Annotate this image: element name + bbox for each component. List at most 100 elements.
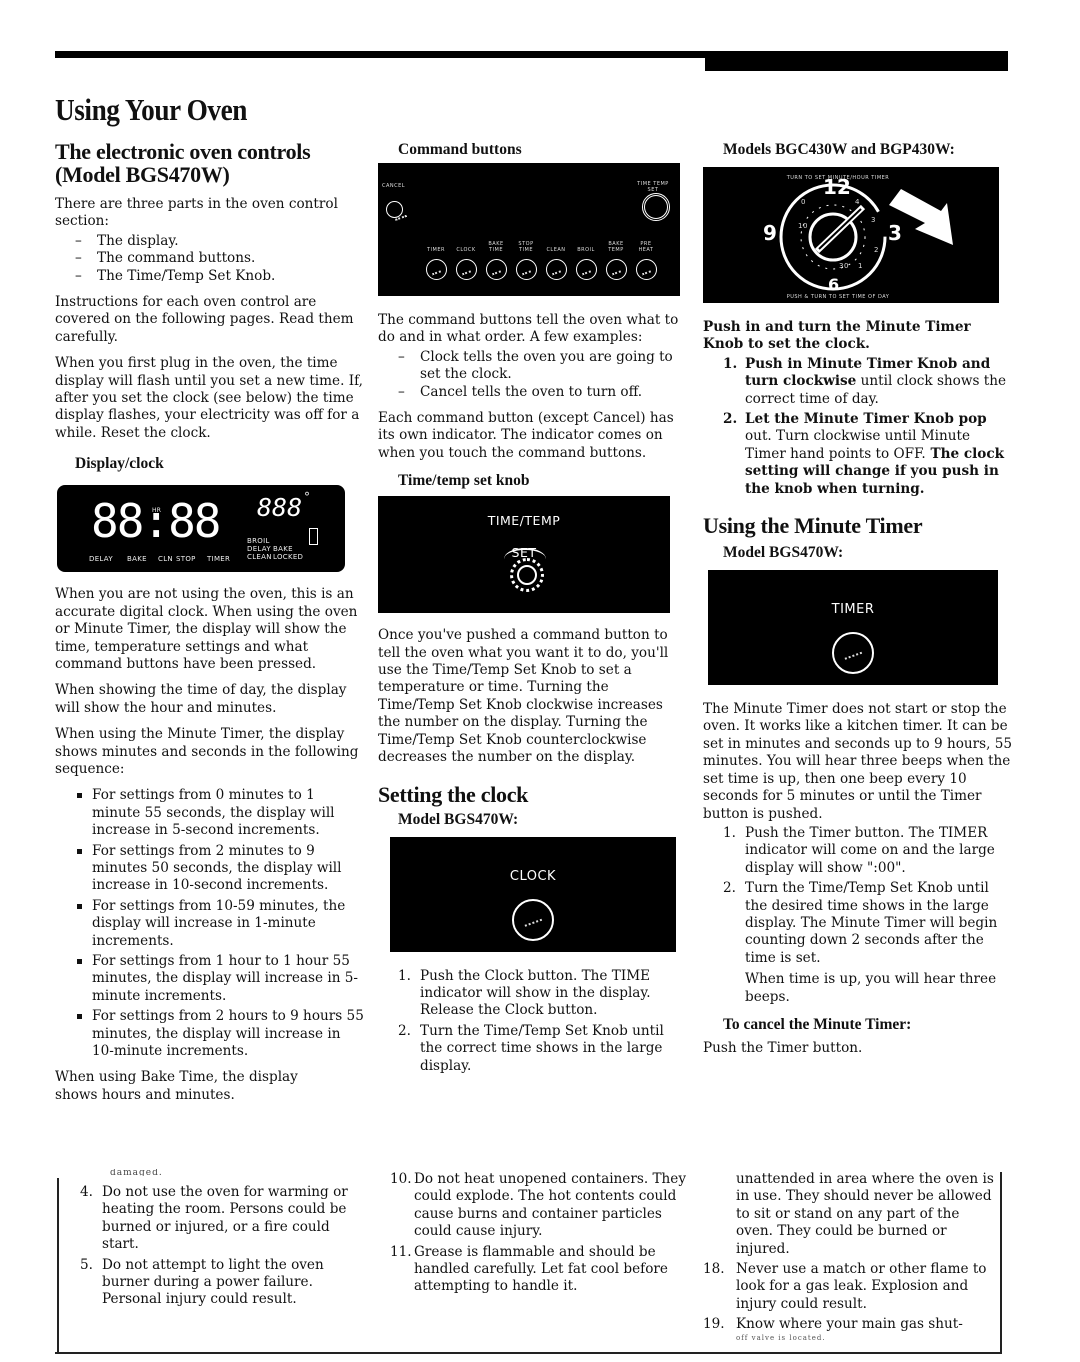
lcd-main-digits: 88:88: [91, 494, 221, 549]
button-icon: [515, 259, 537, 280]
list-item: The display.: [55, 233, 365, 251]
list-item: Cancel tells the oven to turn off.: [378, 384, 688, 402]
time-temp-knob[interactable]: [510, 558, 544, 593]
item-number: 4.: [80, 1184, 93, 1200]
cut-off-bottom-text: off valve is located.: [736, 1333, 826, 1340]
button-icon: [455, 259, 477, 280]
list-item: 4. Do not use the oven for warming or hea…: [60, 1184, 370, 1254]
parts-list: The display. The command buttons. The Ti…: [55, 233, 365, 286]
clean-button[interactable]: CLEAN: [542, 239, 570, 280]
dial-min-10: 10: [798, 222, 808, 230]
safety-list-left: 4. Do not use the oven for warming or hea…: [60, 1184, 370, 1318]
item-number: 5.: [80, 1256, 93, 1273]
timer-model-heading: Model BGS470W:: [723, 544, 844, 562]
cut-off-fragment: damaged.: [110, 1169, 163, 1176]
stop-time-button[interactable]: STOP TIME: [512, 239, 540, 280]
lcd-label-bake: BAKE: [127, 555, 147, 564]
clock-button[interactable]: CLOCK: [452, 239, 480, 280]
timer-description: The Minute Timer does not start or stop …: [703, 701, 1013, 822]
dial-hour-6: 6: [828, 275, 840, 294]
item-text: Do not heat unopened containers. They co…: [414, 1171, 687, 1240]
lcd-labels-bake-locked: BAKE LOCKED: [273, 545, 303, 561]
lcd-temp-digits: 888: [257, 493, 303, 523]
item-text: Do not use the oven for warming or heati…: [102, 1184, 348, 1253]
step-number: 1.: [723, 355, 738, 372]
time-temp-knob-panel: TIME/TEMP SET: [378, 496, 670, 614]
step-text: Turn the Time/Temp Set Knob until the co…: [420, 1022, 664, 1074]
timer-button[interactable]: [832, 632, 874, 675]
lcd-label-broil: BROIL: [247, 537, 270, 546]
cancel-button[interactable]: [386, 201, 403, 218]
safety-items: 10. Do not heat unopened containers. They…: [378, 1171, 688, 1296]
item-text: Grease is flammable and should be handle…: [414, 1243, 668, 1295]
preheat-button[interactable]: PRE HEAT: [632, 239, 660, 280]
button-icon: [425, 259, 447, 280]
time-temp-set-knob[interactable]: [642, 193, 670, 221]
section-heading-electronic-controls: The electronic oven controls (Model BGS4…: [55, 139, 311, 187]
cancel-timer-heading: To cancel the Minute Timer:: [723, 1015, 912, 1033]
command-buttons-heading: Command buttons: [398, 141, 522, 158]
list-item: 2. Let the Minute Timer Knob pop out. Tur…: [703, 411, 1013, 498]
timer-button-panel: TIMER: [708, 570, 998, 686]
footer-rule: [55, 1352, 1002, 1354]
lcd-label-stop: STOP: [176, 555, 196, 564]
list-item: 1. Push the Clock button. The TIME indica…: [378, 968, 688, 1020]
dial-steps: 1. Push in Minute Timer Knob and turn clo…: [703, 356, 1013, 498]
push-turn-instruction: Push in and turn the Minute Timer Knob t…: [703, 319, 971, 353]
safety-items: 4. Do not use the oven for warming or hea…: [60, 1184, 370, 1309]
clock-model-heading: Model BGS470W:: [398, 810, 519, 828]
bake-temp-button[interactable]: BAKE TEMP: [602, 239, 630, 280]
list-item: The Time/Temp Set Knob.: [55, 268, 365, 286]
step-number: 2.: [723, 411, 738, 428]
list-item: For settings from 2 hours to 9 hours 55 …: [55, 1008, 365, 1060]
time-temp-set-label: TIME TEMP SET: [637, 181, 669, 193]
dial-svg: [779, 183, 953, 291]
list-item: 1. Push in Minute Timer Knob and turn clo…: [703, 356, 1013, 408]
list-item: 19. Know where your main gas shut-: [703, 1316, 998, 1333]
safety-box-left-rule: [57, 1178, 59, 1354]
bake-time-button[interactable]: BAKE TIME: [482, 239, 510, 280]
step-number: 1.: [398, 967, 411, 984]
dial-min-1: 1: [858, 262, 863, 270]
list-item: For settings from 0 minutes to 1 minute …: [55, 787, 365, 839]
item-text: Never use a match or other flame to look…: [736, 1261, 987, 1312]
examples-list: Clock tells the oven you are going to se…: [378, 349, 688, 402]
minute-timer-heading: Using the Minute Timer: [703, 513, 923, 539]
clock-button-panel: CLOCK: [390, 836, 676, 952]
safety-list-right: unattended in area where the oven is in …: [703, 1171, 998, 1340]
clock-button[interactable]: [512, 898, 554, 941]
safety-continued-text: unattended in area where the oven is in …: [736, 1171, 994, 1257]
item-number: 10.: [390, 1171, 412, 1187]
instructions-text: Instructions for each oven control are c…: [55, 294, 354, 345]
button-label: TIMER: [427, 247, 445, 253]
dial-min-0: 0: [801, 198, 806, 206]
button-label: PRE HEAT: [638, 241, 654, 253]
command-buttons-panel: CANCEL TIME TEMP SET TIMER CLOCK BAKE TI…: [378, 163, 680, 296]
broil-button[interactable]: BROIL: [572, 239, 600, 280]
list-item: 2. Turn the Time/Temp Set Knob until the …: [703, 880, 1013, 967]
safety-box-right-rule: [1000, 1172, 1002, 1354]
step-number: 2.: [723, 880, 736, 897]
lcd-label-clean: CLEAN: [247, 553, 272, 562]
minute-timer-dial-panel: TURN TO SET MINUTE/HOUR TIMER 12 3 6 9 0…: [703, 167, 999, 303]
timer-steps: 1. Push the Timer button. The TIMER indic…: [703, 825, 1013, 967]
display-clock-panel: 88:88 HR 888 ° DELAY BAKE CLN STOP TIMER…: [57, 485, 345, 573]
button-label: BAKE TEMP: [608, 241, 624, 253]
knob-panel-label-1: TIME/TEMP: [487, 513, 561, 529]
list-item: 10. Do not heat unopened containers. They…: [378, 1171, 688, 1241]
lcd-labels-broil-delay-clean: BROIL DELAY CLEAN: [247, 537, 272, 561]
knob-text: Once you've pushed a command button to t…: [378, 627, 669, 766]
minute-timer-text: When using the Minute Timer, the display…: [55, 726, 359, 777]
header-tab-bar: [705, 51, 1008, 71]
lcd-hr-label: HR: [152, 507, 162, 515]
lcd-label-timer: TIMER: [207, 555, 231, 564]
clock-steps: 1. Push the Clock button. The TIME indica…: [378, 968, 688, 1075]
column-left: The electronic oven controls (Model BGS4…: [55, 140, 365, 1104]
dial-min-3: 3: [871, 216, 876, 224]
timer-button[interactable]: TIMER: [422, 239, 450, 280]
cancel-label: CANCEL: [382, 183, 406, 189]
models-heading: Models BGC430W and BGP430W:: [723, 141, 955, 158]
list-item: For settings from 10-59 minutes, the dis…: [55, 898, 365, 950]
step-text: Turn the Time/Temp Set Knob until the de…: [745, 880, 998, 966]
display-clock-heading: Display/clock: [75, 455, 164, 473]
